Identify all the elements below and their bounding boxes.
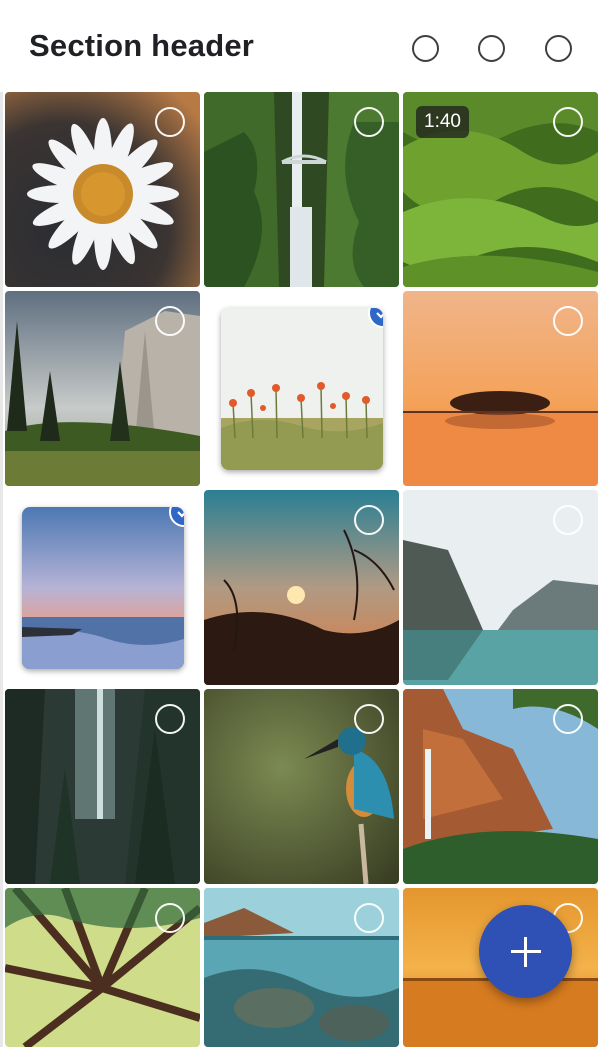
select-circle[interactable]	[354, 903, 384, 933]
header-select-circle-1[interactable]	[412, 35, 439, 62]
select-circle[interactable]	[553, 306, 583, 336]
select-circle[interactable]	[553, 107, 583, 137]
photo-tile-mountain-lake[interactable]	[403, 490, 598, 685]
select-circle[interactable]	[155, 704, 185, 734]
add-fab-button[interactable]	[479, 905, 572, 998]
photo-tile-forest-waterfall[interactable]	[5, 689, 200, 884]
photo-tile-kingfisher[interactable]	[204, 689, 399, 884]
section-header: Section header	[0, 0, 600, 92]
header-select-circle-3[interactable]	[545, 35, 572, 62]
photo-tile-granite-cliff-forest[interactable]	[5, 291, 200, 486]
photo-tile-canyon-waterfall[interactable]	[403, 689, 598, 884]
check-icon	[177, 511, 184, 518]
select-circle[interactable]	[155, 306, 185, 336]
header-select-circle-2[interactable]	[478, 35, 505, 62]
poppy-image	[221, 308, 383, 470]
video-duration-badge: 1:40	[416, 106, 469, 138]
beach-image	[22, 507, 184, 669]
photo-tile-underwater-rocks[interactable]	[204, 888, 399, 1047]
photo-tile-poppy-field[interactable]	[221, 308, 383, 470]
select-circle[interactable]	[155, 107, 185, 137]
select-circle[interactable]	[553, 505, 583, 535]
photo-tile-waterfall-bridge[interactable]	[204, 92, 399, 287]
photo-tile-lake-island-sunset[interactable]	[403, 291, 598, 486]
photo-tile-green-hills-video[interactable]: 1:40	[403, 92, 598, 287]
plus-icon-vertical	[524, 937, 527, 967]
photo-tile-beach-sunset-clouds[interactable]	[22, 507, 184, 669]
select-circle[interactable]	[553, 704, 583, 734]
photo-tile-tree-canopy[interactable]	[5, 888, 200, 1047]
select-circle[interactable]	[155, 903, 185, 933]
select-circle[interactable]	[354, 704, 384, 734]
check-icon	[376, 312, 383, 319]
select-circle[interactable]	[354, 505, 384, 535]
select-circle[interactable]	[354, 107, 384, 137]
photo-tile-sunset-branches[interactable]	[204, 490, 399, 685]
section-title: Section header	[29, 28, 255, 63]
photo-tile-daisy[interactable]	[5, 92, 200, 287]
left-edge	[0, 0, 3, 1047]
